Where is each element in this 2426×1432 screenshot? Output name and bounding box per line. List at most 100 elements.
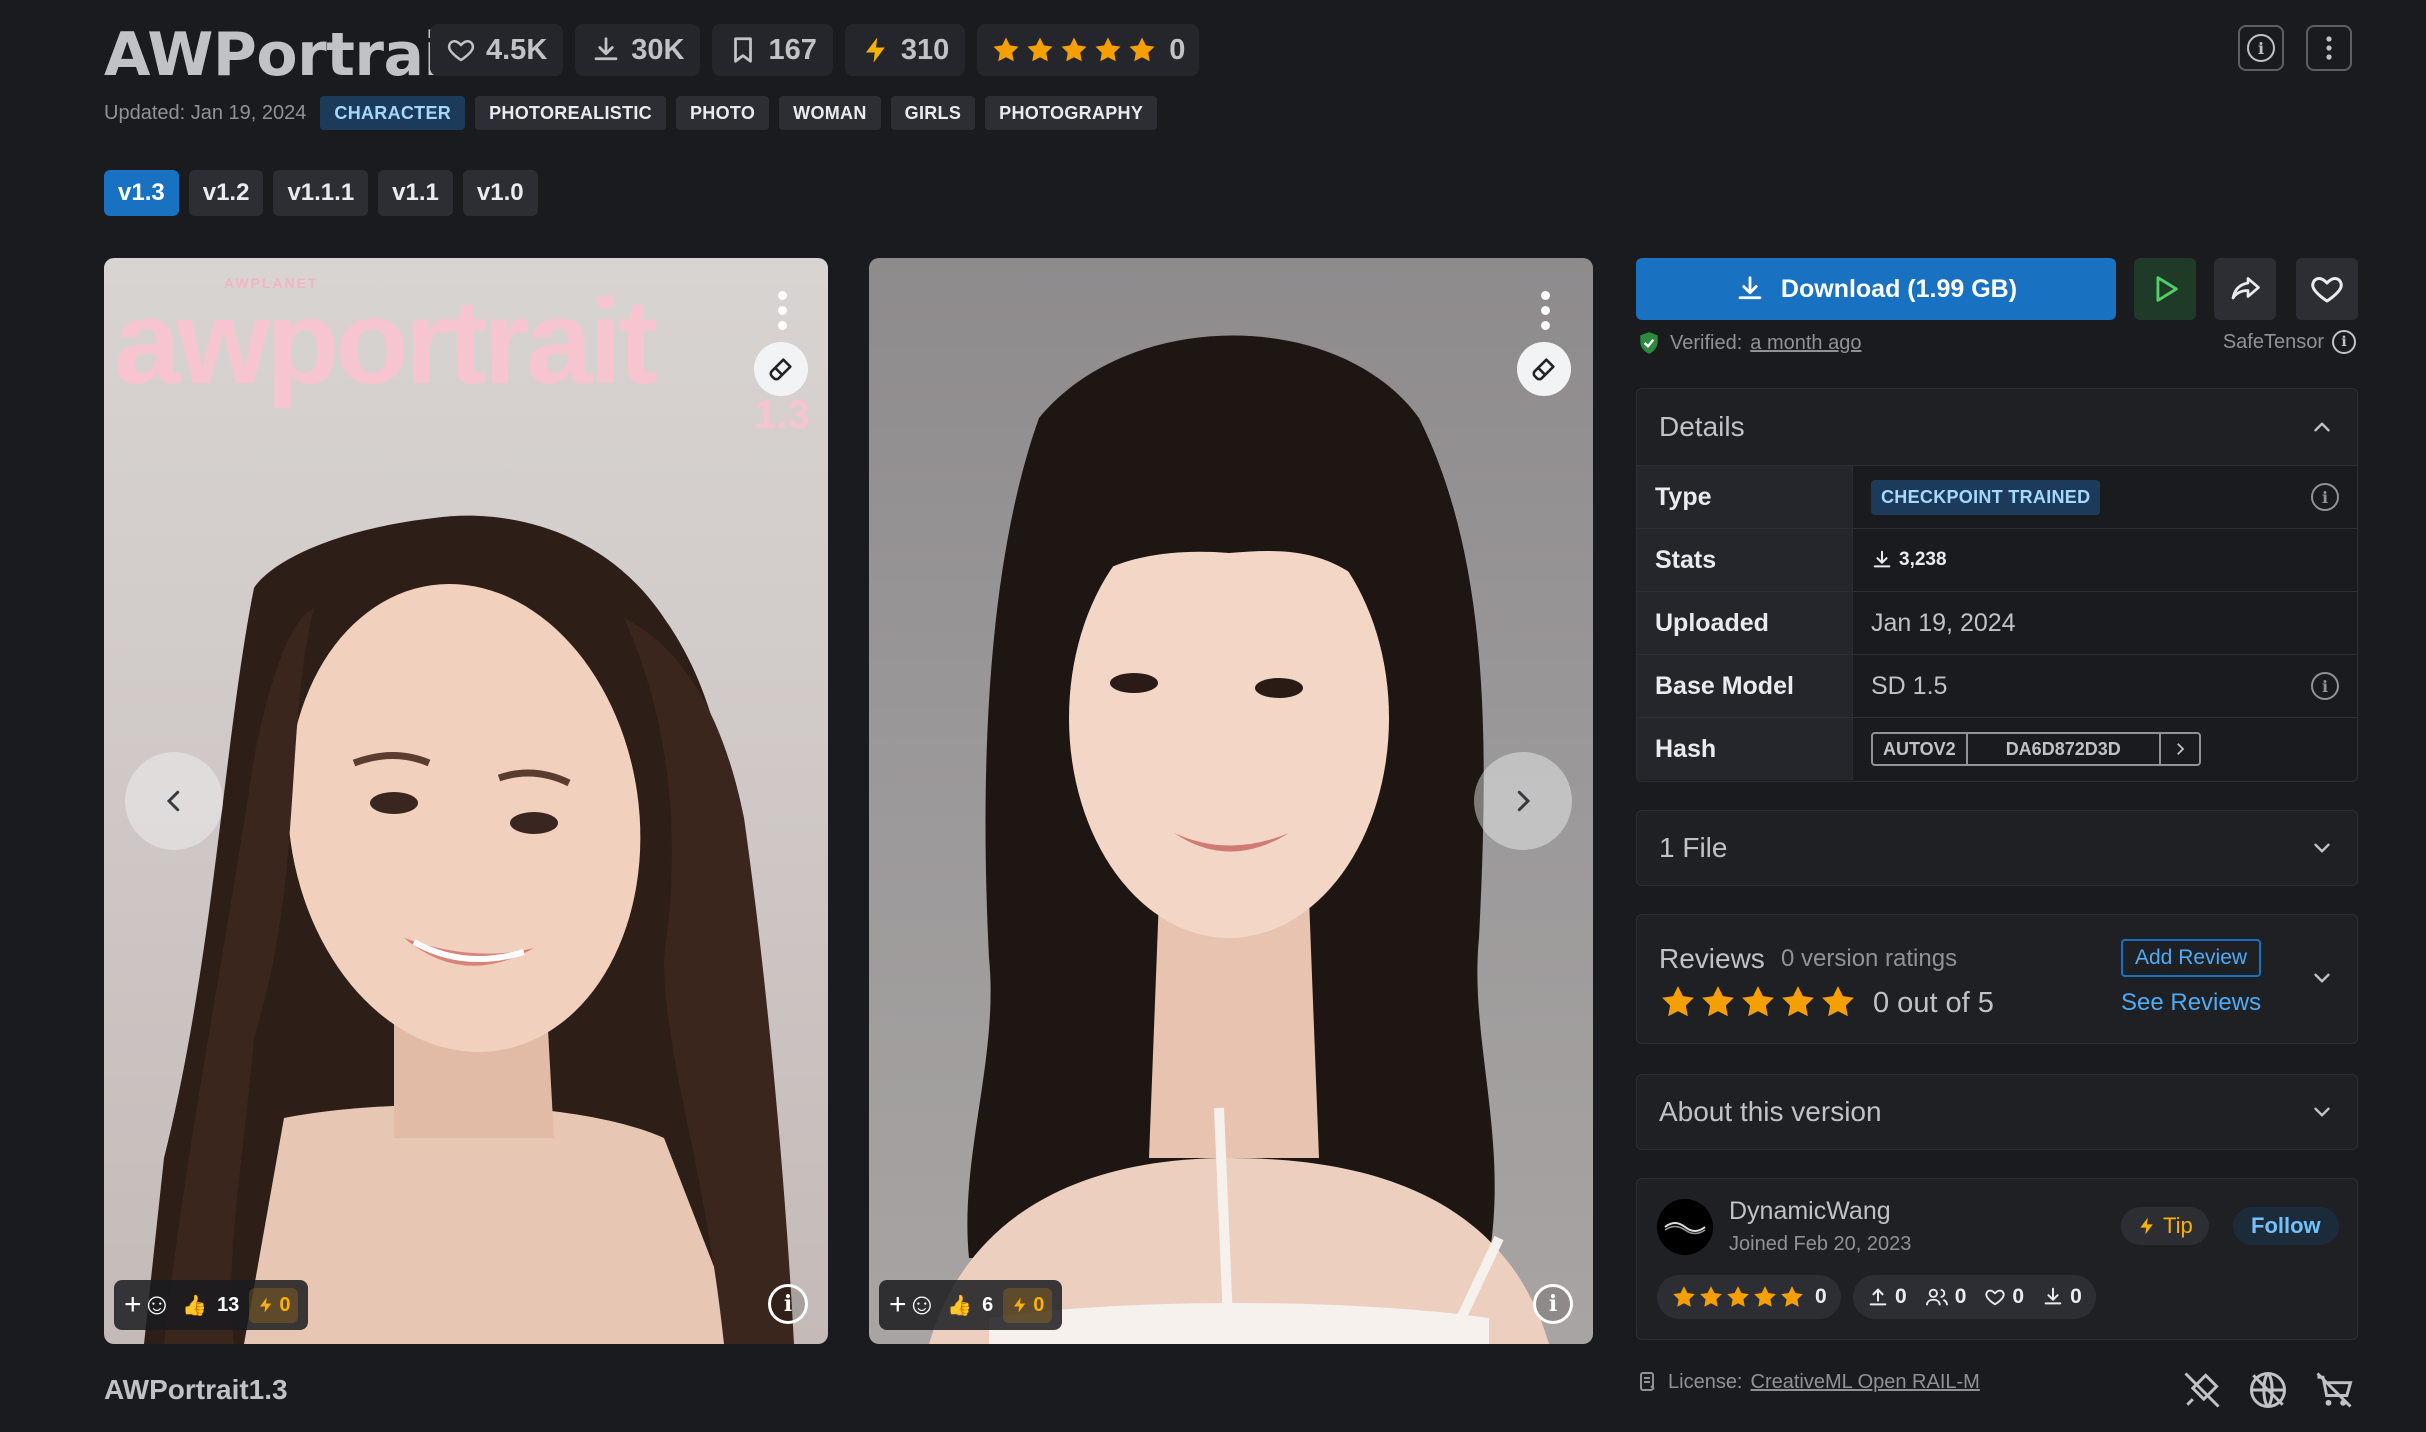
hash-selector[interactable]: AUTOV2 DA6D872D3D: [1871, 732, 2201, 766]
star-icon: [1698, 1284, 1724, 1310]
reactions-bar[interactable]: +☺ 👍 13 0: [114, 1280, 309, 1330]
remix-button[interactable]: [754, 342, 808, 396]
reactions-bar[interactable]: +☺ 👍 6 0: [879, 1280, 1063, 1330]
see-reviews-link[interactable]: See Reviews: [2121, 989, 2261, 1017]
header-actions: i: [2238, 25, 2352, 71]
creator-card: DynamicWang Joined Feb 20, 2023 Tip Foll…: [1636, 1178, 2358, 1340]
tag[interactable]: CHARACTER: [320, 96, 466, 130]
cover-version: 1.3: [754, 393, 810, 437]
license-label: License:: [1668, 1370, 1743, 1393]
bookmarks-count: 167: [768, 33, 817, 66]
base-model-value: SD 1.5: [1871, 671, 1948, 700]
star-icon: [991, 35, 1021, 65]
tag[interactable]: PHOTOGRAPHY: [985, 96, 1158, 130]
updated-date: Updated: Jan 19, 2024: [104, 101, 307, 124]
uploads-stat: 0: [1867, 1285, 1907, 1309]
buzz-reaction[interactable]: 0: [249, 1287, 299, 1323]
version-tab[interactable]: v1.0: [462, 170, 538, 216]
detail-key: Type: [1637, 466, 1853, 528]
files-panel[interactable]: 1 File: [1636, 810, 2358, 886]
add-reaction-button[interactable]: +☺: [889, 1290, 937, 1320]
info-icon[interactable]: i: [2332, 330, 2356, 354]
version-tab[interactable]: v1.3: [104, 170, 179, 216]
info-icon: i: [2247, 34, 2275, 62]
hash-type[interactable]: AUTOV2: [1873, 734, 1966, 764]
run-button[interactable]: [2134, 258, 2196, 320]
users-icon: [1925, 1288, 1948, 1306]
downloads-stat: 0: [2042, 1285, 2082, 1309]
upload-icon: [1869, 1288, 1887, 1306]
about-header[interactable]: About this version: [1637, 1075, 2357, 1149]
avatar[interactable]: [1657, 1199, 1713, 1255]
tag[interactable]: PHOTO: [675, 96, 770, 130]
likes-stat: 0: [1984, 1285, 2024, 1309]
carousel-prev-button[interactable]: [125, 752, 223, 850]
type-badge: CHECKPOINT TRAINED: [1871, 479, 2101, 515]
add-reaction-button[interactable]: +☺: [124, 1290, 172, 1320]
meta-row: Updated: Jan 19, 2024 CHARACTER PHOTOREA…: [104, 96, 1158, 130]
chevron-down-icon: [2309, 835, 2335, 861]
chevron-right-icon[interactable]: [2158, 734, 2199, 764]
verified-status: Verified: a month ago: [1636, 330, 1861, 356]
details-header[interactable]: Details: [1637, 389, 2357, 465]
rating-stat[interactable]: 0: [977, 24, 1200, 76]
details-row-hash: Hash AUTOV2 DA6D872D3D: [1637, 717, 2357, 780]
lightning-icon: [2137, 1216, 2157, 1236]
version-tab[interactable]: v1.2: [188, 170, 264, 216]
no-sell-icon[interactable]: [2246, 1368, 2290, 1412]
star-icon: [1725, 1284, 1751, 1310]
image-more-button[interactable]: [1527, 284, 1563, 336]
files-header[interactable]: 1 File: [1637, 811, 2357, 885]
detail-key: Hash: [1637, 718, 1853, 780]
favorite-button[interactable]: [2296, 258, 2358, 320]
details-row-stats: Stats 3,238: [1637, 528, 2357, 591]
reviews-subheading: 0 version ratings: [1781, 945, 1958, 972]
version-tabs: v1.3 v1.2 v1.1.1 v1.1 v1.0: [104, 170, 538, 216]
carousel-next-button[interactable]: [1474, 752, 1572, 850]
downloads-count: 30K: [631, 33, 685, 66]
verified-time-link[interactable]: a month ago: [1750, 332, 1861, 355]
chevron-down-icon[interactable]: [2309, 965, 2335, 991]
no-generation-icon[interactable]: [2180, 1368, 2224, 1412]
remix-button[interactable]: [1517, 342, 1571, 396]
chevron-left-icon: [166, 790, 180, 812]
heart-icon: [1984, 1286, 2006, 1308]
tag[interactable]: GIRLS: [890, 96, 976, 130]
buzz-reaction[interactable]: 0: [1003, 1287, 1053, 1323]
tip-label: Tip: [2163, 1213, 2193, 1238]
follow-button[interactable]: Follow: [2233, 1207, 2339, 1245]
creator-rating-count: 0: [1815, 1285, 1827, 1308]
creator-stats: 0 0 0 0: [1853, 1275, 2096, 1319]
creator-name[interactable]: DynamicWang: [1729, 1197, 1891, 1226]
version-tab[interactable]: v1.1: [378, 170, 453, 216]
share-button[interactable]: [2214, 258, 2276, 320]
star-icon: [1739, 983, 1777, 1021]
info-icon[interactable]: i: [2311, 672, 2339, 700]
download-button[interactable]: Download (1.99 GB): [1636, 258, 2116, 320]
thumbs-count: 6: [982, 1293, 994, 1316]
reviews-heading: Reviews: [1659, 943, 1765, 974]
license-link[interactable]: CreativeML Open RAIL-M: [1751, 1371, 1980, 1394]
tag[interactable]: WOMAN: [779, 96, 881, 130]
image-info-button[interactable]: i: [768, 1284, 808, 1324]
no-commercial-icon[interactable]: [2312, 1368, 2356, 1412]
version-tab[interactable]: v1.1.1: [273, 170, 369, 216]
add-review-button[interactable]: Add Review: [2121, 939, 2262, 977]
brush-icon: [1530, 355, 1558, 383]
info-icon[interactable]: i: [2311, 483, 2339, 511]
tip-button[interactable]: Tip: [2121, 1207, 2209, 1245]
more-button[interactable]: [2306, 25, 2352, 71]
hash-value[interactable]: DA6D872D3D: [1965, 734, 2159, 764]
version-name: AWPortrait1.3: [104, 1374, 288, 1405]
image-info-button[interactable]: i: [1533, 1284, 1573, 1324]
format-name: SafeTensor: [2222, 330, 2324, 353]
chevron-up-icon: [2309, 414, 2335, 440]
info-button[interactable]: i: [2238, 25, 2284, 71]
image-more-button[interactable]: [764, 284, 800, 336]
detail-key: Base Model: [1637, 655, 1853, 717]
about-panel[interactable]: About this version: [1636, 1074, 2358, 1150]
star-icon: [1059, 35, 1089, 65]
tag[interactable]: PHOTOREALISTIC: [475, 96, 666, 130]
detail-key: Uploaded: [1637, 592, 1853, 654]
download-icon: [1871, 549, 1893, 571]
